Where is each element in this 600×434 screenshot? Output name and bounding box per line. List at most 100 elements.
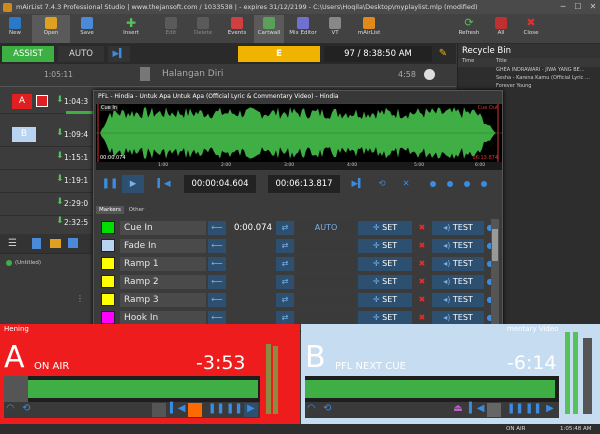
auto-button[interactable] [296,275,356,289]
arrow-left-icon[interactable]: ⟵ [208,221,226,235]
swap-icon[interactable]: ⇄ [276,257,294,271]
set-button[interactable]: ✛ SET [358,293,412,307]
play-button[interactable]: ▶ [244,403,258,417]
player-b-status: PFL NEXT CUE [335,361,406,372]
all-button[interactable]: All [488,15,514,43]
player-b-controls: ◠ ⟲ ⏏ ▍◀ ❚❚ ❚❚ ▶ [305,402,559,418]
save-playlist-icon[interactable] [68,238,78,248]
test-button[interactable]: ◂) TEST [432,257,484,271]
swap-icon[interactable]: ⇄ [276,293,294,307]
test-button[interactable]: ◂) TEST [432,221,484,235]
clear-icon[interactable]: ✖ [414,311,430,325]
skip-start-button[interactable]: ▍◀ [170,403,185,417]
pause-button[interactable]: ❚❚ [226,403,243,417]
waveform[interactable]: Cue In Cue Out 00:00.074 06:13.874 [96,104,502,162]
pause-button[interactable]: ❚❚ [100,175,120,193]
arrow-left-icon[interactable]: ⟵ [208,293,226,307]
minimize-button[interactable]: ─ [556,1,570,13]
set-button[interactable]: ✛ SET [358,257,412,271]
volume-slider[interactable] [583,338,592,414]
test-button[interactable]: ◂) TEST [432,311,484,325]
auto-button[interactable] [296,293,356,307]
menu-icon[interactable]: ☰ [8,238,17,249]
player-b-waveform[interactable] [305,376,559,402]
skip-start-button[interactable]: ▍◀ [154,175,174,193]
auto-button[interactable]: AUTO [296,221,356,235]
time-ruler: 1:00 2:00 3:00 4:00 5:00 6:00 [96,162,502,170]
pfl-close-button[interactable]: ✕ [396,175,416,193]
skip-end-button[interactable]: ▶▍ [348,175,368,193]
play-button[interactable]: ▶ [543,403,557,417]
open-button[interactable]: Open [32,15,70,43]
skip-next-icon[interactable]: ▶▍ [108,46,130,62]
recycle-item[interactable]: GHEA INDRAWARI - JIWA YANG BE... [458,67,600,75]
pencil-icon[interactable]: ✎ [434,46,452,62]
pause-button[interactable]: ❚❚ [525,403,542,417]
marker-name: Hook In [120,311,206,325]
indicator-icon [464,181,470,187]
player-a-waveform[interactable] [4,376,260,402]
arrow-left-icon[interactable]: ⟵ [208,239,226,253]
refresh-button[interactable]: ⟳ Refresh [456,15,482,43]
eject-button[interactable] [152,403,166,417]
clear-icon[interactable]: ✖ [414,239,430,253]
test-button[interactable]: ◂) TEST [432,293,484,307]
new-playlist-icon[interactable] [32,238,41,249]
tab-markers[interactable]: Markers [96,206,124,214]
player-a-status: ON AIR [34,361,70,372]
markers-scrollbar[interactable] [491,219,499,329]
stop-button[interactable] [487,403,501,417]
set-button[interactable]: ✛ SET [358,275,412,289]
play-button[interactable]: ▶ [122,175,144,193]
swap-icon[interactable]: ⇄ [276,221,294,235]
open-playlist-icon[interactable] [50,239,61,248]
loop-icon[interactable]: ⟲ [323,403,337,417]
events-button[interactable]: Events [224,15,250,43]
auto-button[interactable] [296,311,356,325]
playlist-row[interactable]: 1:05:11 Halangan Diri 4:58 [0,64,456,87]
insert-button[interactable]: ✚ Insert [118,15,144,43]
stop-button[interactable] [188,403,202,417]
close-window-button[interactable]: ✕ [586,1,600,13]
set-button[interactable]: ✛ SET [358,239,412,253]
eject-icon[interactable]: ⏏ [451,403,465,417]
arrow-left-icon[interactable]: ⟵ [208,257,226,271]
play-pause-button[interactable]: ❚❚ [208,403,225,417]
clear-icon[interactable]: ✖ [414,257,430,271]
mairlist-menu-button[interactable]: mAirList [356,15,382,43]
arrow-left-icon[interactable]: ⟵ [208,275,226,289]
skip-start-button[interactable]: ▍◀ [469,403,484,417]
maximize-button[interactable]: ☐ [571,1,585,13]
assist-button[interactable]: ASSIST [2,46,54,62]
set-button[interactable]: ✛ SET [358,221,412,235]
clear-icon[interactable]: ✖ [414,221,430,235]
mix-editor-button[interactable]: Mix Editor [288,15,318,43]
fade-icon[interactable]: ◠ [6,403,20,417]
test-button[interactable]: ◂) TEST [432,239,484,253]
vt-button[interactable]: VT [322,15,348,43]
arrow-left-icon[interactable]: ⟵ [208,311,226,325]
tab-other[interactable]: Other [126,206,148,214]
clear-icon[interactable]: ✖ [414,275,430,289]
pause-button[interactable]: ❚❚ [507,403,524,417]
auto-button[interactable]: AUTO [58,46,104,62]
edit-button[interactable]: Edit [158,15,184,43]
auto-button[interactable] [296,257,356,271]
set-button[interactable]: ✛ SET [358,311,412,325]
loop-button[interactable]: ⟲ [372,175,392,193]
cartwall-button[interactable]: Cartwall [254,15,284,43]
recycle-item[interactable]: Sesha - Karena Kamu (Official Lyric ... [458,75,600,83]
swap-icon[interactable]: ⇄ [276,311,294,325]
save-button[interactable]: Save [74,15,100,43]
swap-icon[interactable]: ⇄ [276,275,294,289]
close-button[interactable]: ✖ Close [518,15,544,43]
auto-button[interactable] [296,239,356,253]
swap-icon[interactable]: ⇄ [276,239,294,253]
test-button[interactable]: ◂) TEST [432,275,484,289]
clear-icon[interactable]: ✖ [414,293,430,307]
delete-button[interactable]: Delete [190,15,216,43]
new-button[interactable]: New [2,15,28,43]
loop-icon[interactable]: ⟲ [22,403,36,417]
untitled-tab[interactable]: (Untitled) [6,260,41,266]
fade-icon[interactable]: ◠ [307,403,321,417]
